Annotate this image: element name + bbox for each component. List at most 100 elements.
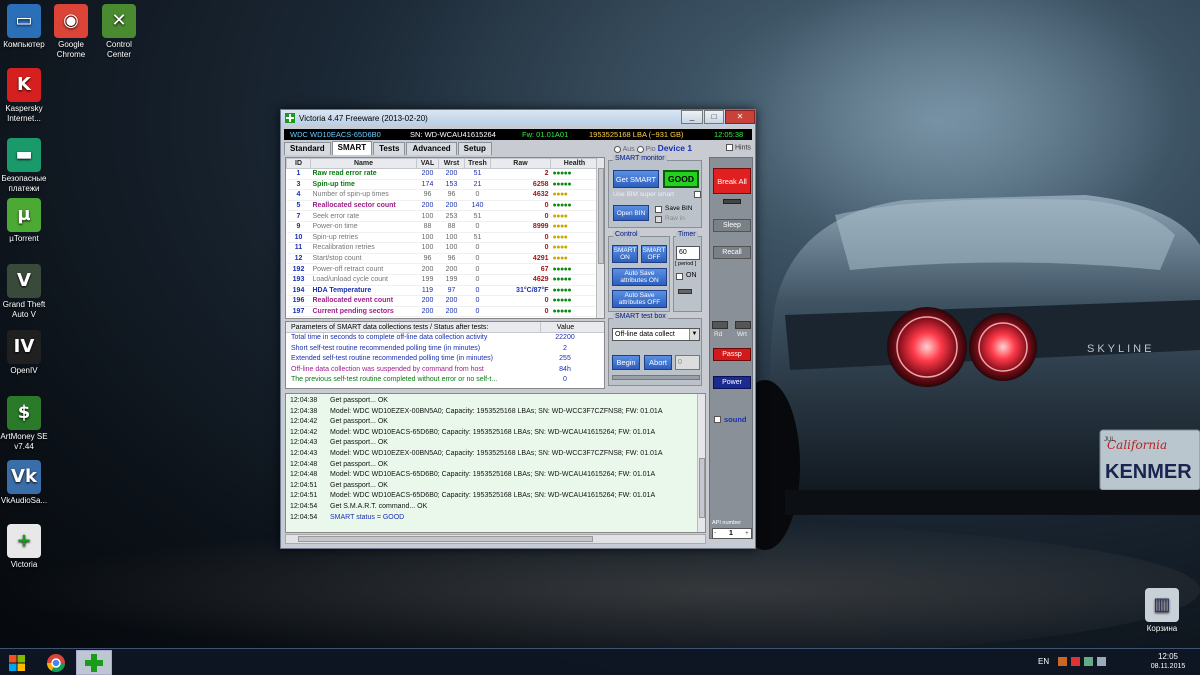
abort-button[interactable]: Abort bbox=[644, 355, 672, 370]
column-header[interactable]: Tresh bbox=[464, 158, 491, 169]
api-number-stepper[interactable]: - 1 + bbox=[712, 528, 752, 539]
timer-on-checkbox[interactable] bbox=[676, 273, 683, 280]
drive-model: WDC WD10EACS-65D6B0 bbox=[290, 130, 381, 139]
column-header[interactable]: Name bbox=[310, 158, 417, 169]
aus-radio[interactable] bbox=[614, 145, 621, 153]
desktop-icon-openiv[interactable]: IV OpenIV bbox=[0, 330, 48, 376]
begin-button[interactable]: Begin bbox=[612, 355, 640, 370]
minimize-button[interactable]: _ bbox=[681, 110, 703, 124]
desktop-icon-artmoney[interactable]: $ ArtMoney SE v7.44 bbox=[0, 396, 48, 451]
taskbar-victoria[interactable] bbox=[76, 650, 112, 675]
tab-smart[interactable]: SMART bbox=[331, 141, 373, 155]
column-header[interactable]: Health bbox=[550, 158, 599, 169]
rd-indicator bbox=[712, 321, 728, 329]
desktop-icon-tools[interactable]: ✕ Control Center bbox=[95, 4, 143, 59]
desktop-icon-chrome[interactable]: ◉ Google Chrome bbox=[47, 4, 95, 59]
tab-standard[interactable]: Standard bbox=[284, 142, 331, 155]
chrome-icon bbox=[47, 653, 65, 672]
device-label[interactable]: Device 1 bbox=[658, 143, 693, 153]
sound-checkbox[interactable] bbox=[714, 416, 721, 423]
log-hscroll-thumb[interactable] bbox=[298, 536, 593, 542]
smart-cell-health: ●●●● bbox=[550, 242, 599, 254]
tray-flag-icon[interactable] bbox=[1071, 657, 1080, 666]
power-button[interactable]: Power bbox=[713, 376, 751, 389]
language-indicator[interactable]: EN bbox=[1038, 657, 1049, 666]
ibm-super-smart-checkbox[interactable] bbox=[694, 191, 701, 198]
log-line: 12:04:51 Get passport... OK bbox=[286, 481, 705, 492]
desktop-icon-payment[interactable]: ▬ Безопасные платежи bbox=[0, 138, 48, 193]
smart-row[interactable]: 193 Load/unload cycle count 199 199 0 4629 ●●●… bbox=[286, 274, 599, 286]
vkaudio-icon: Vk bbox=[7, 460, 41, 494]
smart-row[interactable]: 10 Spin-up retries 100 100 51 0 ●●●● bbox=[286, 232, 599, 244]
passp-button[interactable]: Passp bbox=[713, 348, 751, 361]
desktop-icon-vkaudio[interactable]: Vk VkAudioSa... bbox=[0, 460, 48, 506]
tab-tests[interactable]: Tests bbox=[373, 142, 406, 155]
smart-row[interactable]: 7 Seek error rate 100 253 51 0 ●●●● bbox=[286, 210, 599, 222]
log-scroll-thumb[interactable] bbox=[699, 458, 705, 518]
open-bin-button[interactable]: Open BIN bbox=[613, 205, 649, 221]
taskbar-chrome[interactable] bbox=[38, 650, 74, 675]
smart-row[interactable]: 197 Current pending sectors 200 200 0 0 ●●●●● bbox=[286, 306, 599, 318]
smart-row[interactable]: 3 Spin-up time 174 153 21 6258 ●●●●● bbox=[286, 179, 599, 191]
desktop-icon-kaspersky[interactable]: K Kaspersky Internet... bbox=[0, 68, 48, 123]
log-scrollbar[interactable] bbox=[697, 394, 705, 532]
save-bin-checkbox[interactable] bbox=[655, 206, 662, 213]
autosave-off-button[interactable]: Auto Save attributes OFF bbox=[612, 290, 667, 308]
smart-row[interactable]: 4 Number of spin-up times 96 96 0 4632 ●●●● bbox=[286, 189, 599, 201]
close-button[interactable]: ✕ bbox=[725, 110, 755, 124]
timer-input[interactable]: 60 bbox=[676, 246, 700, 260]
smart-row[interactable]: 5 Reallocated sector count 200 200 140 0 ●●●●● bbox=[286, 200, 599, 212]
smart-row[interactable]: 192 Power-off retract count 200 200 0 67 ●●●●● bbox=[286, 263, 599, 275]
chevron-down-icon[interactable]: ▼ bbox=[689, 329, 699, 340]
smart-row[interactable]: 11 Recalibration retries 100 100 0 0 ●●●● bbox=[286, 242, 599, 254]
hints-checkbox[interactable] bbox=[726, 144, 733, 151]
desktop-icon-utorrent[interactable]: µ µTorrent bbox=[0, 198, 48, 244]
sleep-button[interactable]: Sleep bbox=[713, 219, 751, 232]
autosave-on-button[interactable]: Auto Save attributes ON bbox=[612, 268, 667, 286]
maximize-button[interactable]: □ bbox=[704, 110, 724, 124]
recycle-bin-icon: ▥ bbox=[1145, 588, 1179, 622]
tray-app-icon[interactable] bbox=[1058, 657, 1067, 666]
table-scrollbar[interactable] bbox=[596, 158, 604, 318]
taskbar-date[interactable]: 08.11.2015 bbox=[1143, 663, 1193, 670]
api-minus-button[interactable]: - bbox=[714, 529, 716, 538]
tab-advanced[interactable]: Advanced bbox=[406, 142, 457, 155]
pio-radio[interactable] bbox=[636, 145, 644, 153]
get-smart-button[interactable]: Get SMART bbox=[613, 170, 659, 188]
column-header[interactable]: Raw bbox=[490, 158, 551, 169]
scroll-thumb[interactable] bbox=[598, 168, 604, 264]
table-header: ID Name VAL Wrst Tresh Raw Health bbox=[286, 158, 599, 169]
desktop-icon-victoria[interactable]: + Victoria bbox=[0, 524, 48, 570]
smart-cell-wrst: 100 bbox=[438, 232, 465, 244]
tray-network-icon[interactable] bbox=[1084, 657, 1093, 666]
param-label: Total time in seconds to complete off-li… bbox=[291, 334, 488, 341]
desktop-icon-label: Control Center bbox=[106, 40, 132, 59]
smart-off-button[interactable]: SMART OFF bbox=[641, 245, 667, 263]
desktop-icon-recycle-bin[interactable]: ▥ Корзина bbox=[1138, 588, 1186, 634]
api-plus-button[interactable]: + bbox=[745, 529, 749, 538]
column-header[interactable]: VAL bbox=[416, 158, 439, 169]
smart-row[interactable]: 194 HDA Temperature 119 97 0 31°C/87°F ●●●●● bbox=[286, 285, 599, 297]
smart-row[interactable]: 9 Power-on time 88 88 0 8999 ●●●● bbox=[286, 221, 599, 233]
test-type-select[interactable]: Off-line data collect ▼ bbox=[612, 328, 700, 341]
start-button[interactable] bbox=[2, 650, 32, 675]
hints-toggle[interactable]: Hints bbox=[726, 144, 751, 151]
break-all-button[interactable]: Break All bbox=[713, 168, 751, 194]
smart-cell-health: ●●●●● bbox=[550, 200, 599, 212]
smart-on-button[interactable]: SMART ON bbox=[612, 245, 638, 263]
smart-row[interactable]: 12 Start/stop count 96 96 0 4291 ●●●● bbox=[286, 253, 599, 265]
smart-cell-id: 11 bbox=[286, 242, 311, 254]
tab-setup[interactable]: Setup bbox=[457, 142, 492, 155]
smart-cell-name: Power-off retract count bbox=[310, 263, 417, 275]
tray-volume-icon[interactable] bbox=[1097, 657, 1106, 666]
smart-row[interactable]: 196 Reallocated event count 200 200 0 0 ●●●●● bbox=[286, 295, 599, 307]
desktop-icon-computer[interactable]: ▭ Компьютер bbox=[0, 4, 48, 50]
column-header[interactable]: ID bbox=[286, 158, 311, 169]
taskbar-clock[interactable]: 12:05 bbox=[1148, 652, 1188, 661]
desktop-icon-gta[interactable]: V Grand Theft Auto V bbox=[0, 264, 48, 319]
log-horizontal-scrollbar[interactable] bbox=[285, 534, 706, 544]
smart-row[interactable]: 1 Raw read error rate 200 200 51 2 ●●●●● bbox=[286, 168, 599, 180]
column-header[interactable]: Wrst bbox=[438, 158, 465, 169]
recall-button[interactable]: Recall bbox=[713, 246, 751, 259]
raw-in-checkbox[interactable] bbox=[655, 216, 662, 223]
